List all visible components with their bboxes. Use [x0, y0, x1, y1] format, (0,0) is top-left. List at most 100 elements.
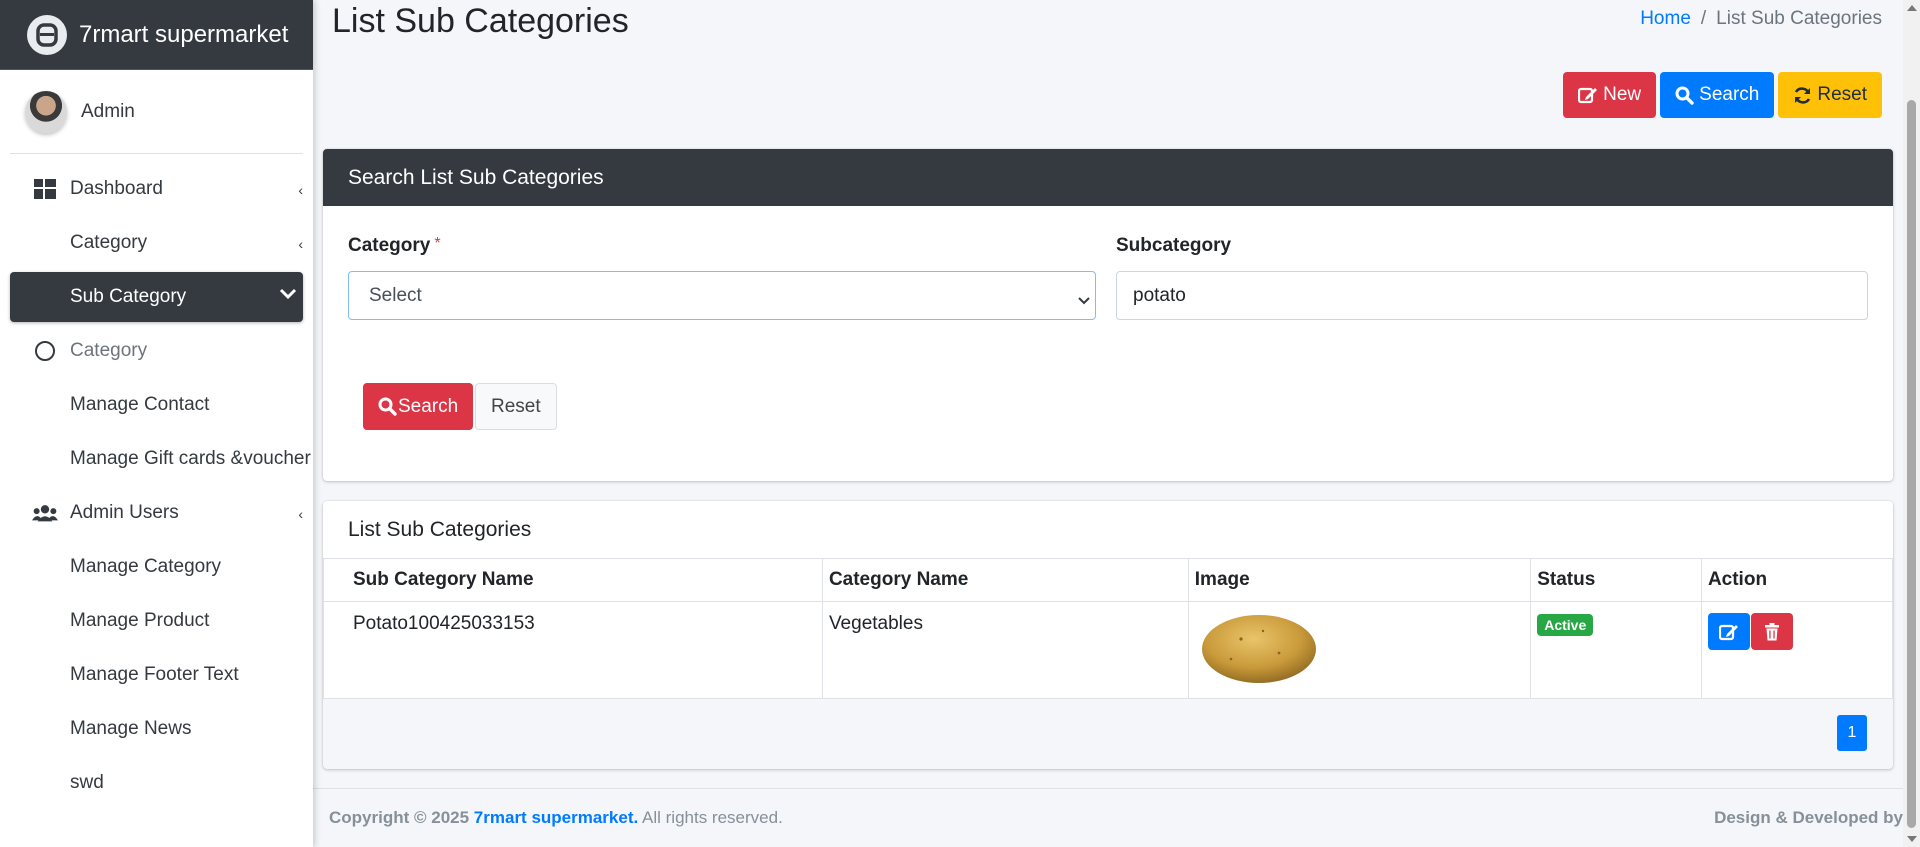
user-name: Admin	[81, 100, 135, 122]
search-icon	[1675, 86, 1694, 105]
scrollbar-thumb[interactable]	[1907, 100, 1916, 828]
search-button-label: Search	[1699, 84, 1760, 105]
sidebar-item-label: Manage Footer Text	[70, 664, 239, 685]
footer: Copyright © 2025 7rmart supermarket. All…	[313, 788, 1903, 847]
edit-icon	[1578, 87, 1598, 104]
sidebar-item-label: Category	[70, 232, 148, 253]
form-reset-button-label: Reset	[491, 395, 541, 417]
sidebar-item-label: swd	[70, 772, 104, 793]
chevron-left-icon: ‹	[298, 236, 303, 252]
sidebar: 7rmart supermarket Admin Dashboard ‹ Cat…	[0, 0, 313, 847]
sidebar-item-label: Manage Gift cards &voucher	[70, 448, 311, 469]
breadcrumb-home-link[interactable]: Home	[1640, 8, 1691, 29]
table-header-row: Sub Category Name Category Name Image St…	[323, 558, 1894, 602]
scroll-up-arrow-icon[interactable]	[1907, 5, 1917, 11]
search-button[interactable]: Search	[1660, 72, 1775, 118]
brand-name: 7rmart supermarket	[79, 20, 289, 48]
required-asterisk: *	[434, 235, 441, 252]
footer-copyright: Copyright © 2025 7rmart supermarket. All…	[329, 808, 783, 828]
page-title: List Sub Categories	[332, 2, 629, 40]
form-search-button-label: Search	[398, 395, 459, 417]
app-logo-icon	[27, 14, 67, 55]
subcategory-label: Subcategory	[1116, 235, 1232, 256]
category-name-cell: Vegetables	[821, 601, 1189, 699]
action-cell	[1700, 601, 1894, 699]
dashboard-grid-icon	[32, 176, 58, 202]
breadcrumb-current: List Sub Categories	[1716, 8, 1882, 29]
subcategory-input[interactable]: potato	[1116, 271, 1868, 320]
avatar	[25, 90, 67, 133]
page-scrollbar[interactable]	[1903, 0, 1920, 847]
delete-row-button[interactable]	[1750, 613, 1793, 650]
reset-button[interactable]: Reset	[1778, 72, 1882, 118]
edit-icon	[1718, 624, 1738, 640]
breadcrumb-separator: /	[1700, 8, 1707, 29]
search-icon	[378, 397, 397, 416]
sidebar-item-label: Manage Category	[70, 556, 222, 577]
chevron-down-icon	[1077, 290, 1091, 312]
sidebar-item-manage-product[interactable]: Manage Product	[10, 596, 303, 646]
footer-rights: All rights reserved.	[642, 808, 783, 827]
refresh-icon	[1795, 86, 1811, 104]
copyright-text: Copyright © 2025	[329, 808, 470, 827]
sidebar-item-manage-footer-text[interactable]: Manage Footer Text	[10, 650, 303, 700]
list-card-title: List Sub Categories	[323, 501, 1893, 558]
new-button[interactable]: New	[1563, 72, 1657, 118]
sidebar-item-manage-news[interactable]: Manage News	[10, 704, 303, 754]
potato-image	[1201, 615, 1316, 683]
trash-icon	[1764, 622, 1779, 640]
sidebar-item-manage-category[interactable]: Manage Category	[10, 542, 303, 592]
chevron-left-icon: ‹	[298, 506, 303, 522]
column-header: Category Name	[821, 558, 1189, 602]
chevron-down-icon	[279, 285, 297, 307]
chevron-left-icon: ‹	[298, 182, 303, 198]
column-header: Action	[1700, 558, 1894, 602]
search-card-title: Search List Sub Categories	[323, 149, 1893, 206]
sidebar-item-label: Category	[70, 340, 148, 361]
sidebar-item-sub-category[interactable]: Sub Category	[10, 272, 303, 322]
sidebar-item-label: Manage Contact	[70, 394, 210, 415]
image-cell	[1187, 601, 1532, 699]
circle-outline-icon	[32, 338, 58, 364]
column-header: Image	[1187, 558, 1532, 602]
breadcrumb: Home / List Sub Categories	[1640, 8, 1882, 30]
footer-brand-link[interactable]: 7rmart supermarket.	[474, 808, 638, 827]
brand-link[interactable]: 7rmart supermarket	[0, 0, 313, 70]
table-row: Potato100425033153 Vegetables Active	[323, 601, 1894, 699]
user-panel[interactable]: Admin	[10, 70, 303, 154]
column-header: Status	[1530, 558, 1702, 602]
sidebar-item-label: Manage Product	[70, 610, 210, 631]
status-badge: Active	[1537, 614, 1594, 636]
sidebar-nav: Dashboard ‹ Category ‹ Sub Category Cate…	[0, 164, 313, 808]
category-select-value: Select	[369, 284, 422, 306]
list-card: List Sub Categories Sub Category Name Ca…	[323, 501, 1894, 769]
sidebar-item-swd[interactable]: swd	[10, 758, 303, 808]
category-label-text: Category	[348, 235, 431, 256]
sidebar-item-admin-users[interactable]: Admin Users ‹	[10, 488, 303, 538]
form-search-button[interactable]: Search	[363, 383, 474, 430]
sidebar-item-manage-gift-cards[interactable]: Manage Gift cards &voucher	[10, 434, 311, 484]
edit-row-button[interactable]	[1707, 613, 1750, 650]
main-content: List Sub Categories Home / List Sub Catego…	[313, 0, 1920, 847]
pagination-page-1[interactable]: 1	[1837, 715, 1867, 751]
sidebar-item-category[interactable]: Category ‹	[10, 218, 303, 268]
new-button-label: New	[1603, 84, 1642, 105]
category-label: Category *	[348, 235, 441, 257]
page-actions: New Search Reset	[1563, 72, 1882, 118]
column-header: Sub Category Name	[323, 558, 823, 602]
search-card: Search List Sub Categories Category * Sel…	[323, 149, 1893, 481]
sidebar-item-category-sub[interactable]: Category	[10, 326, 303, 376]
sidebar-item-label: Admin Users	[70, 502, 179, 523]
form-reset-button[interactable]: Reset	[475, 383, 557, 430]
sidebar-item-dashboard[interactable]: Dashboard ‹	[10, 164, 303, 214]
reset-button-label: Reset	[1817, 84, 1867, 105]
sidebar-item-label: Sub Category	[70, 286, 187, 307]
sidebar-item-manage-contact[interactable]: Manage Contact	[10, 380, 303, 430]
status-cell: Active	[1530, 601, 1702, 699]
users-icon	[32, 500, 58, 526]
scroll-down-arrow-icon[interactable]	[1907, 836, 1917, 842]
category-select[interactable]: Select	[348, 271, 1096, 320]
sub-categories-table: Sub Category Name Category Name Image St…	[323, 558, 1894, 699]
sub-category-name-cell: Potato100425033153	[323, 601, 823, 699]
sidebar-item-label: Manage News	[70, 718, 192, 739]
